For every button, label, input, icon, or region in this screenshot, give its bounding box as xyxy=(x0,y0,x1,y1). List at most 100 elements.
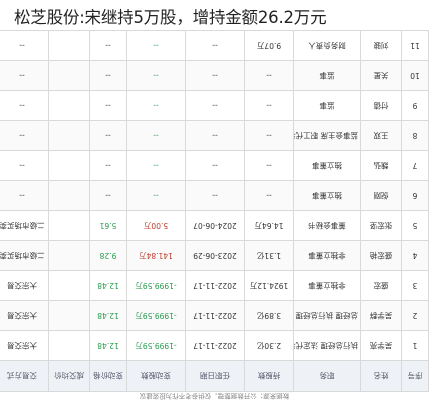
cell-position: 非独立董事 xyxy=(293,270,361,301)
executive-holdings-table-image: 序号 姓名 职务 持股数 任职日期 变动股数 变动价格 成交均价 交易方式 占比… xyxy=(0,30,429,392)
cell-name: 王双 xyxy=(360,120,402,151)
cell-index: 4 xyxy=(401,240,429,271)
cell-date: 2022-11-17 xyxy=(185,330,245,361)
cell-trade-method: -- xyxy=(0,60,49,91)
table-row: 4 盛宏艳 非独立董事 1.31亿 2023-06-29 141.84万 9.28 二级市场买… xyxy=(0,240,429,271)
table-row: 7 魏弘 独立董事 -- -- -- -- -- xyxy=(0,150,429,181)
cell-trade-method: 大宗交易 xyxy=(0,300,49,331)
executive-holdings-table: 序号 姓名 职务 持股数 任职日期 变动股数 变动价格 成交均价 交易方式 占比… xyxy=(0,30,429,392)
cell-index: 5 xyxy=(401,210,429,241)
cell-name: 吴学群 xyxy=(360,300,402,331)
cell-date: -- xyxy=(185,60,245,91)
cell-position: 财务负责人 xyxy=(293,30,361,61)
cell-name: 盛宏艳 xyxy=(360,240,402,271)
cell-index: 2 xyxy=(401,300,429,331)
cell-name: 盛宏 xyxy=(360,270,402,301)
cell-trade-method: 二级市场买卖 xyxy=(0,210,49,241)
cell-change-shares: -1999.59万 xyxy=(126,270,186,301)
cell-name: 付德 xyxy=(360,90,402,121)
cell-index: 3 xyxy=(401,270,429,301)
cell-trade-method: -- xyxy=(0,90,49,121)
cell-position: 监事 xyxy=(293,60,361,91)
header-position: 职务 xyxy=(293,360,361,392)
cell-change-price: 9.28 xyxy=(89,240,127,271)
cell-shares: -- xyxy=(244,90,294,121)
cell-shares: -- xyxy=(244,60,294,91)
cell-avg-price xyxy=(48,90,90,121)
cell-date: 2022-11-17 xyxy=(185,300,245,331)
cell-shares: 1.31亿 xyxy=(244,240,294,271)
cell-date: 2024-06-07 xyxy=(185,210,245,241)
cell-shares: -- xyxy=(244,180,294,211)
cell-name: 倪刚 xyxy=(360,180,402,211)
table-row: 11 刘骏 财务负责人 9.07万 -- -- -- -- xyxy=(0,30,429,61)
cell-date: -- xyxy=(185,180,245,211)
cell-shares: 9.07万 xyxy=(244,30,294,61)
cell-avg-price xyxy=(48,300,90,331)
cell-date: -- xyxy=(185,120,245,151)
cell-shares: -- xyxy=(244,150,294,181)
cell-change-price: -- xyxy=(89,180,127,211)
header-trade-method: 交易方式 xyxy=(0,360,49,392)
header-avg-price: 成交均价 xyxy=(48,360,90,392)
cell-change-shares: -- xyxy=(126,150,186,181)
cell-shares: 1924.12万 xyxy=(244,270,294,301)
cell-change-shares: -- xyxy=(126,60,186,91)
cell-shares: -- xyxy=(244,120,294,151)
header-index: 序号 xyxy=(401,360,429,392)
header-name: 姓名 xyxy=(360,360,402,392)
cell-change-price: -- xyxy=(89,30,127,61)
cell-change-price: -- xyxy=(89,150,127,181)
cell-trade-method: -- xyxy=(0,180,49,211)
cell-index: 10 xyxy=(401,60,429,91)
header-shares: 持股数 xyxy=(244,360,294,392)
table-row: 10 关星 监事 -- -- -- -- -- xyxy=(0,60,429,91)
cell-index: 9 xyxy=(401,90,429,121)
cell-avg-price xyxy=(48,150,90,181)
table-row: 1吴学亮执行总经理 法定代表人 非独立董事2.30亿2022-11-17-199… xyxy=(0,330,429,361)
cell-position: 监事 xyxy=(293,90,361,121)
cell-avg-price xyxy=(48,330,90,361)
cell-index: 8 xyxy=(401,120,429,151)
cell-change-price: -- xyxy=(89,90,127,121)
table-row: 6 倪刚 独立董事 -- -- -- -- -- xyxy=(0,180,429,211)
cell-date: -- xyxy=(185,90,245,121)
cell-position: 独立董事 xyxy=(293,180,361,211)
cell-name: 关星 xyxy=(360,60,402,91)
cell-change-shares: -1999.59万 xyxy=(126,330,186,361)
source-note: 数据来源：公开数据整理，仅供参考不作为投资建议 xyxy=(139,392,290,400)
cell-index: 11 xyxy=(401,30,429,61)
article-headline: 松芝股份:宋继持5万股，增持金额26.2万元 xyxy=(14,6,424,30)
cell-change-price: -- xyxy=(89,60,127,91)
cell-avg-price xyxy=(48,60,90,91)
header-change-shares: 变动股数 xyxy=(126,360,186,392)
cell-change-shares: -1999.59万 xyxy=(126,300,186,331)
table-row: 2吴学群总经理 执行总经理 非独立董事3.89亿2022-11-17-1999.… xyxy=(0,300,429,331)
cell-avg-price xyxy=(48,180,90,211)
cell-name: 张宏坚 xyxy=(360,210,402,241)
table-row: 3 盛宏 非独立董事 1924.12万 2022-11-17 -1999.59万 12.48… xyxy=(0,270,429,301)
cell-position: 独立董事 xyxy=(293,150,361,181)
cell-date: 2023-06-29 xyxy=(185,240,245,271)
cell-avg-price xyxy=(48,270,90,301)
cell-trade-method: 二级市场买卖 xyxy=(0,240,49,271)
cell-trade-method: 大宗交易 xyxy=(0,330,49,361)
table-body: 1吴学亮执行总经理 法定代表人 非独立董事2.30亿2022-11-17-199… xyxy=(0,30,429,361)
cell-change-shares: -- xyxy=(126,180,186,211)
cell-avg-price xyxy=(48,240,90,271)
cell-shares: 14.64万 xyxy=(244,210,294,241)
cell-position: 执行总经理 法定代表人 非独立董事 xyxy=(293,330,361,361)
cell-trade-method: 大宗交易 xyxy=(0,270,49,301)
cell-index: 6 xyxy=(401,180,429,211)
header-change-price: 变动价格 xyxy=(89,360,127,392)
cell-trade-method: -- xyxy=(0,120,49,151)
table-row: 8王双监事会主席 职工代表监事---------- xyxy=(0,120,429,151)
cell-change-shares: 5.00万 xyxy=(126,210,186,241)
cell-date: -- xyxy=(185,30,245,61)
cell-trade-method: -- xyxy=(0,30,49,61)
cell-shares: 2.30亿 xyxy=(244,330,294,361)
cell-change-shares: -- xyxy=(126,120,186,151)
cell-change-shares: -- xyxy=(126,30,186,61)
cell-date: -- xyxy=(185,150,245,181)
header-date: 任职日期 xyxy=(185,360,245,392)
